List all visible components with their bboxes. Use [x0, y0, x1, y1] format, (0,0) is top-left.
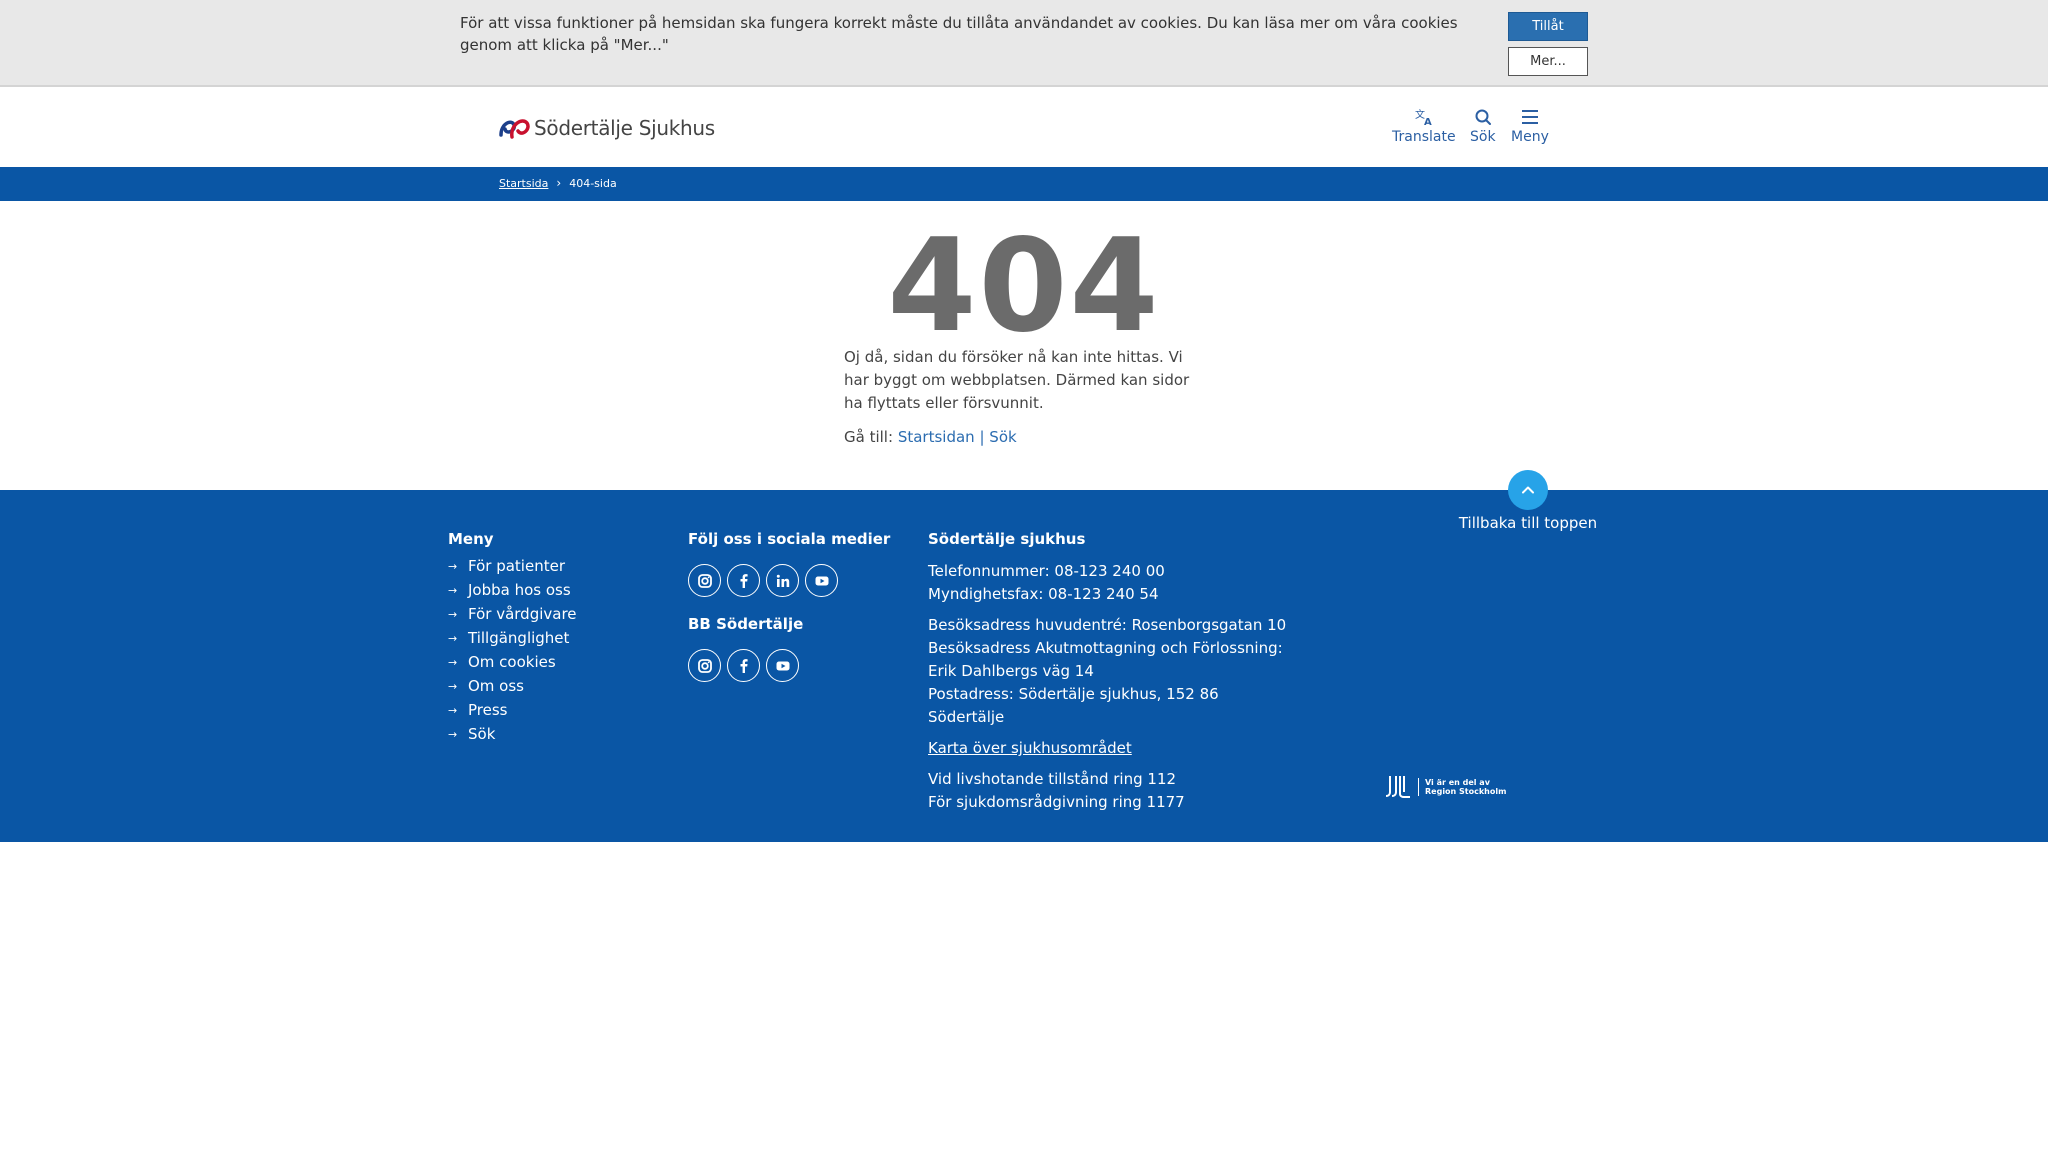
error-code: 404 [887, 212, 1161, 361]
contact-advice: För sjukdomsrådgivning ring 1177 [928, 793, 1185, 811]
breadcrumb: Startsida › 404-sida [499, 176, 617, 190]
contact-phone: Telefonnummer: 08-123 240 00 [928, 562, 1165, 580]
footer-menu-item-label: Press [468, 701, 508, 719]
goto-home-link[interactable]: Startsidan [898, 428, 975, 446]
footer-menu-item[interactable]: → Om oss [448, 674, 577, 698]
footer-menu-list: → För patienter → Jobba hos oss → För vårdg… [448, 554, 577, 746]
contact-visit-emergency: Besöksadress Akutmottagning och Förlossn… [928, 639, 1283, 680]
cookie-allow-button[interactable]: Tillåt [1508, 12, 1588, 41]
facebook-icon[interactable] [727, 649, 760, 682]
youtube-icon[interactable] [805, 564, 838, 597]
footer-menu-item-label: Om oss [468, 677, 524, 695]
logo-text: Södertälje Sjukhus [534, 116, 715, 140]
footer-menu-item-label: Jobba hos oss [468, 581, 571, 599]
linkedin-icon[interactable] [766, 564, 799, 597]
region-stockholm-logo[interactable]: Vi är en del av Region Stockholm [1384, 774, 1506, 800]
back-to-top-label: Tillbaka till toppen [1458, 514, 1598, 532]
breadcrumb-current: 404-sida [569, 176, 617, 190]
footer-social: Följ oss i sociala medier BB Södertälje [688, 530, 890, 682]
footer-menu-item[interactable]: → Om cookies [448, 650, 577, 674]
cookie-text: För att vissa funktioner på hemsidan ska… [460, 14, 1458, 54]
footer-menu-item[interactable]: → Sök [448, 722, 577, 746]
arrow-right-icon: → [448, 559, 458, 573]
arrow-right-icon: → [448, 607, 458, 621]
footer-menu-item[interactable]: → För vårdgivare [448, 602, 577, 626]
region-text: Vi är en del av Region Stockholm [1418, 778, 1506, 796]
search-icon [1475, 109, 1491, 125]
goto-label: Gå till: [844, 428, 894, 446]
instagram-icon[interactable] [688, 649, 721, 682]
translate-icon: 文 A [1415, 108, 1432, 127]
arrow-right-icon: → [448, 703, 458, 717]
menu-button[interactable]: Meny [1511, 107, 1549, 145]
footer-menu-item[interactable]: → Press [448, 698, 577, 722]
footer-menu: Meny → För patienter → Jobba hos oss → För … [448, 530, 577, 746]
footer-menu-item-label: Tillgänglighet [468, 629, 570, 647]
cookie-more-button[interactable]: Mer... [1508, 47, 1588, 76]
cookie-banner: För att vissa funktioner på hemsidan ska… [0, 0, 2048, 87]
contact-fax: Myndighetsfax: 08-123 240 54 [928, 585, 1159, 603]
footer-menu-item-label: För patienter [468, 557, 565, 575]
bb-social-links [688, 649, 890, 682]
footer-menu-item-label: För vårdgivare [468, 605, 577, 623]
footer-menu-item[interactable]: → För patienter [448, 554, 577, 578]
arrow-right-icon: → [448, 727, 458, 741]
site-footer: Meny → För patienter → Jobba hos oss → För … [0, 490, 2048, 842]
contact-emergency: Vid livshotande tillstånd ring 112 [928, 770, 1177, 788]
facebook-icon[interactable] [727, 564, 760, 597]
search-label: Sök [1470, 129, 1496, 145]
error-message: Oj då, sidan du försöker nå kan inte hit… [844, 348, 1190, 412]
social-heading: Följ oss i sociala medier [688, 530, 891, 548]
region-line1: Vi är en del av [1425, 778, 1490, 787]
bb-heading: BB Södertälje [688, 615, 804, 633]
goto-separator: | [979, 428, 985, 446]
search-button[interactable]: Sök [1470, 107, 1496, 145]
site-logo[interactable]: Södertälje Sjukhus [498, 111, 715, 145]
site-header: Södertälje Sjukhus 文 A Translate Sök Men… [0, 89, 2048, 167]
contact-postal: Postadress: Södertälje sjukhus, 152 86 S… [928, 685, 1219, 726]
region-logo-icon [1385, 776, 1410, 798]
logo-mark-icon [499, 119, 530, 139]
map-link[interactable]: Karta över sjukhusområdet [928, 739, 1132, 757]
goto-search-link[interactable]: Sök [989, 428, 1016, 446]
svg-text:A: A [1424, 117, 1432, 127]
footer-menu-item[interactable]: → Jobba hos oss [448, 578, 577, 602]
goto-links: Gå till: Startsidan | Sök [844, 428, 1017, 446]
instagram-icon[interactable] [688, 564, 721, 597]
breadcrumb-bar: Startsida › 404-sida [0, 167, 2048, 201]
social-links [688, 564, 890, 597]
chevron-up-icon [1522, 486, 1534, 494]
breadcrumb-home-link[interactable]: Startsida [499, 177, 548, 190]
contact-visit-main: Besöksadress huvudentré: Rosenborgsgatan… [928, 616, 1287, 634]
youtube-icon[interactable] [766, 649, 799, 682]
hamburger-icon [1521, 110, 1538, 124]
translate-label: Translate [1392, 129, 1456, 145]
arrow-right-icon: → [448, 583, 458, 597]
footer-menu-item[interactable]: → Tillgänglighet [448, 626, 577, 650]
arrow-right-icon: → [448, 655, 458, 669]
footer-contact: Södertälje sjukhus Telefonnummer: 08-123… [928, 530, 1288, 814]
footer-menu-heading: Meny [448, 530, 494, 548]
footer-menu-item-label: Sök [468, 725, 496, 743]
menu-label: Meny [1511, 129, 1549, 145]
chevron-right-icon: › [556, 176, 562, 190]
translate-button[interactable]: 文 A Translate [1392, 107, 1456, 145]
region-line2: Region Stockholm [1425, 787, 1507, 796]
arrow-right-icon: → [448, 679, 458, 693]
contact-heading: Södertälje sjukhus [928, 530, 1086, 548]
back-to-top-button[interactable] [1508, 470, 1548, 510]
footer-menu-item-label: Om cookies [468, 653, 556, 671]
arrow-right-icon: → [448, 631, 458, 645]
